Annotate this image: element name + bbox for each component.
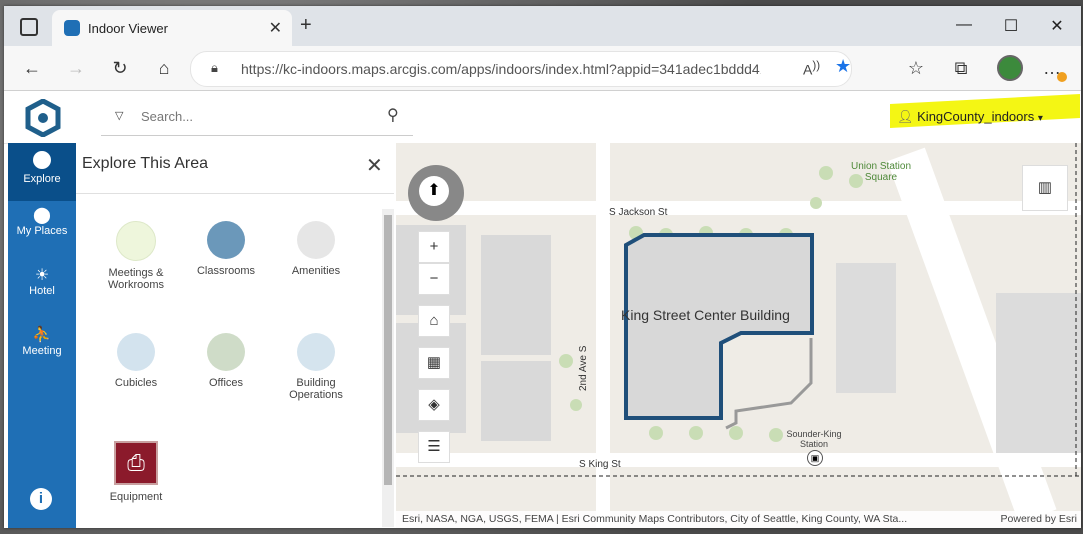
navigation-bar: ← → ↻ ⌂ 🔒︎ https://kc-indoors.maps.arcgi… bbox=[4, 46, 1081, 91]
category-swatch bbox=[117, 333, 155, 371]
tab-close-icon[interactable]: ✕ bbox=[269, 18, 282, 38]
browser-tab[interactable]: Indoor Viewer ✕ bbox=[52, 10, 292, 46]
rail-item-explore[interactable]: Explore bbox=[8, 143, 76, 201]
panel-divider bbox=[76, 193, 394, 194]
search-box[interactable]: ▽ Search... ⚲ bbox=[101, 99, 413, 136]
update-badge-icon bbox=[1057, 72, 1067, 82]
map-view[interactable]: S Jackson St S King St 2nd Ave S Union S… bbox=[396, 143, 1081, 528]
street-label-king: S King St bbox=[579, 459, 621, 470]
category-swatch bbox=[297, 221, 335, 259]
rail-label: Hotel bbox=[29, 285, 55, 297]
title-bar: Indoor Viewer ✕ + — ☐ ✕ bbox=[4, 6, 1081, 46]
place-label-sounder-king: Sounder-King Station bbox=[786, 429, 842, 449]
rail-label: My Places bbox=[16, 225, 68, 237]
category-label: Classrooms bbox=[196, 265, 256, 277]
compass-icon: ⬆ bbox=[419, 176, 449, 206]
reload-icon[interactable]: ↻ bbox=[108, 58, 132, 79]
category-amenities[interactable]: Amenities bbox=[276, 221, 356, 277]
category-swatch bbox=[207, 333, 245, 371]
indoors-logo-icon bbox=[25, 99, 61, 137]
browser-window: Indoor Viewer ✕ + — ☐ ✕ ← → ↻ ⌂ 🔒︎ https… bbox=[4, 6, 1081, 528]
train-station-icon[interactable]: ▣ bbox=[807, 450, 823, 466]
app-header: ▽ Search... ⚲ 👤︎ KingCounty_indoors ▾ bbox=[4, 91, 1081, 144]
site-favicon-icon bbox=[64, 20, 80, 36]
zoom-out-button[interactable]: − bbox=[418, 263, 450, 295]
back-icon[interactable]: ← bbox=[20, 58, 44, 79]
category-equipment[interactable]: ⎙ Equipment bbox=[96, 441, 176, 503]
category-building-operations[interactable]: Building Operations bbox=[276, 333, 356, 401]
search-input[interactable]: Search... bbox=[141, 109, 193, 124]
category-swatch bbox=[207, 221, 245, 259]
favorites-icon[interactable]: ☆ bbox=[904, 58, 928, 79]
map-canvas[interactable] bbox=[396, 143, 1081, 528]
favorite-star-icon[interactable]: ★ bbox=[835, 56, 851, 77]
minimize-icon[interactable]: — bbox=[949, 16, 979, 34]
category-label: Cubicles bbox=[114, 377, 158, 389]
category-swatch bbox=[116, 221, 156, 261]
globe-icon bbox=[33, 151, 51, 169]
url-text[interactable]: https://kc-indoors.maps.arcgis.com/apps/… bbox=[241, 61, 761, 77]
lock-icon[interactable]: 🔒︎ bbox=[211, 60, 218, 76]
place-label-union-station: Union Station Square bbox=[850, 161, 912, 183]
home-view-button[interactable]: ⌂ bbox=[418, 305, 450, 337]
explore-panel: Explore This Area ✕ Meetings & Workrooms… bbox=[76, 143, 397, 528]
rail-label: Explore bbox=[23, 173, 61, 185]
address-bar[interactable]: 🔒︎ https://kc-indoors.maps.arcgis.com/ap… bbox=[190, 51, 852, 87]
close-icon[interactable]: ✕ bbox=[366, 153, 383, 178]
category-label: Building Operations bbox=[289, 377, 343, 401]
rail-item-hotel[interactable]: ☀ Hotel bbox=[8, 265, 76, 317]
user-icon: 👤︎ bbox=[897, 109, 914, 124]
map-attribution: Esri, NASA, NGA, USGS, FEMA | Esri Commu… bbox=[396, 511, 1081, 528]
user-menu[interactable]: 👤︎ KingCounty_indoors ▾ bbox=[897, 109, 1043, 125]
tab-title: Indoor Viewer bbox=[88, 21, 168, 36]
home-icon[interactable]: ⌂ bbox=[152, 58, 176, 79]
qr-code-button[interactable]: ▦ bbox=[418, 347, 450, 379]
left-rail: Explore ⬤ My Places ☀ Hotel ⛹ Meeting i bbox=[8, 143, 76, 528]
layers-button[interactable]: ◈ bbox=[418, 389, 450, 421]
extension-icon[interactable] bbox=[997, 55, 1023, 81]
category-label: Meetings & Workrooms bbox=[107, 267, 165, 291]
panel-scrollbar[interactable] bbox=[382, 209, 394, 527]
forward-icon[interactable]: → bbox=[64, 58, 88, 79]
caret-down-icon[interactable]: ▾ bbox=[1038, 113, 1043, 124]
attribution-text: Esri, NASA, NGA, USGS, FEMA | Esri Commu… bbox=[402, 513, 908, 525]
legend-list-button[interactable]: ☰ bbox=[418, 431, 450, 463]
maximize-icon[interactable]: ☐ bbox=[996, 16, 1026, 36]
close-window-icon[interactable]: ✕ bbox=[1042, 16, 1072, 36]
tab-actions-icon[interactable] bbox=[20, 18, 38, 36]
printer-icon: ⎙ bbox=[114, 441, 158, 485]
compass-button[interactable]: ⬆ bbox=[408, 165, 464, 221]
chevron-down-icon[interactable]: ▽ bbox=[115, 109, 123, 122]
floor-picker-button[interactable]: ▥ bbox=[1022, 165, 1068, 211]
category-label: Amenities bbox=[291, 265, 341, 277]
read-aloud-icon[interactable]: A)) bbox=[803, 59, 820, 78]
hotel-icon: ☀ bbox=[34, 267, 50, 284]
scrollbar-thumb[interactable] bbox=[384, 215, 392, 485]
new-tab-icon[interactable]: + bbox=[300, 14, 312, 37]
king-street-center-building[interactable] bbox=[624, 233, 814, 420]
rail-label: Meeting bbox=[22, 345, 62, 357]
collections-icon[interactable]: ⧉ bbox=[949, 58, 973, 79]
street-label-2nd-ave: 2nd Ave S bbox=[578, 345, 589, 391]
user-name[interactable]: KingCounty_indoors bbox=[917, 109, 1034, 124]
powered-by[interactable]: Powered by Esri bbox=[1001, 513, 1077, 525]
info-icon[interactable]: i bbox=[30, 488, 52, 510]
zoom-in-button[interactable]: + bbox=[418, 231, 450, 263]
category-classrooms[interactable]: Classrooms bbox=[186, 221, 266, 277]
category-offices[interactable]: Offices bbox=[186, 333, 266, 389]
rail-item-my-places[interactable]: ⬤ My Places bbox=[8, 205, 76, 257]
category-label: Offices bbox=[208, 377, 244, 389]
category-swatch bbox=[297, 333, 335, 371]
category-meetings[interactable]: Meetings & Workrooms bbox=[96, 221, 176, 291]
category-label: Equipment bbox=[109, 491, 163, 503]
rail-item-meeting[interactable]: ⛹ Meeting bbox=[8, 325, 76, 377]
street-label-jackson: S Jackson St bbox=[609, 207, 668, 218]
building-label[interactable]: King Street Center Building bbox=[621, 307, 790, 323]
pin-icon: ⬤ bbox=[33, 207, 51, 224]
meeting-icon: ⛹ bbox=[32, 327, 52, 344]
search-icon[interactable]: ⚲ bbox=[387, 105, 399, 125]
panel-title: Explore This Area bbox=[82, 155, 208, 172]
category-cubicles[interactable]: Cubicles bbox=[96, 333, 176, 389]
